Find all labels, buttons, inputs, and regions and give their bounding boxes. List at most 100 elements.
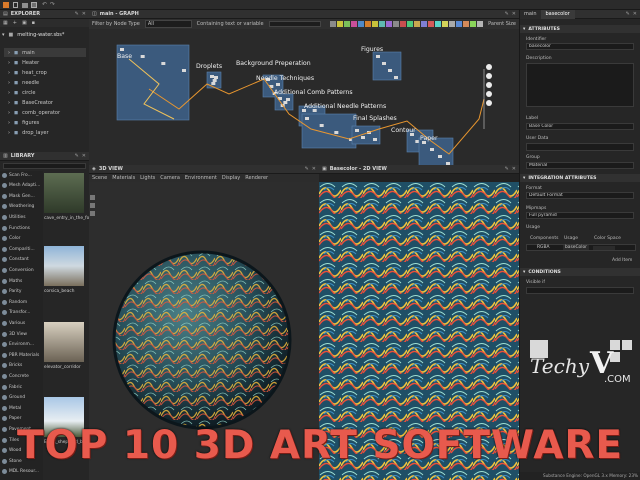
view3d-menu-item[interactable]: Environment — [185, 175, 217, 181]
close-icon[interactable]: ✕ — [82, 153, 86, 159]
open-icon[interactable] — [22, 3, 28, 8]
node-tool-icon[interactable] — [344, 21, 351, 27]
node-tool-icon[interactable] — [477, 21, 484, 27]
graph-node[interactable] — [182, 69, 186, 72]
pin-icon[interactable]: ✎ — [505, 11, 509, 17]
graph-canvas[interactable] — [89, 29, 519, 165]
graph-node[interactable] — [373, 138, 377, 141]
graph-node[interactable] — [319, 124, 324, 127]
conditions-section[interactable]: ▾ CONDITIONS — [520, 268, 640, 276]
library-category[interactable]: Maths — [2, 277, 42, 285]
explorer-item[interactable]: › ◼ heat_crop — [8, 68, 47, 77]
graph-node[interactable] — [388, 69, 392, 72]
new-icon[interactable] — [13, 2, 18, 8]
node-tool-icon[interactable] — [414, 21, 421, 27]
node-tool-icon[interactable] — [393, 21, 400, 27]
chevron-down-icon[interactable]: ▾ — [2, 32, 5, 38]
view3d-menu-item[interactable]: Lights — [140, 175, 155, 181]
userdata-field[interactable] — [526, 143, 634, 151]
node-tool-icon[interactable] — [449, 21, 456, 27]
library-category[interactable]: Fabric — [2, 383, 42, 391]
graph-node[interactable] — [140, 55, 145, 58]
close-icon[interactable]: ✕ — [312, 166, 316, 172]
library-category[interactable]: Compariti... — [2, 245, 42, 253]
library-category[interactable]: Conversion — [2, 266, 42, 274]
close-icon[interactable]: ✕ — [633, 11, 637, 17]
library-category[interactable]: Parity — [2, 288, 42, 296]
chevron-right-icon[interactable]: › — [8, 80, 10, 86]
usage-select[interactable]: baseColor — [563, 245, 589, 250]
node-tool-icon[interactable] — [470, 21, 477, 27]
output-node[interactable] — [486, 82, 492, 88]
graph-node[interactable] — [211, 82, 216, 85]
graph-node[interactable] — [286, 98, 290, 101]
graph-node[interactable] — [376, 55, 380, 58]
node-tool-icon[interactable] — [435, 21, 442, 27]
library-category[interactable]: Mask Gen... — [2, 192, 42, 200]
output-node[interactable] — [486, 64, 492, 70]
node-tool-icon[interactable] — [358, 21, 365, 27]
library-category[interactable]: Concrete — [2, 372, 42, 380]
usage-row[interactable]: RGBA baseColor — [526, 244, 636, 251]
library-category[interactable]: Transfor... — [2, 309, 42, 317]
view3d-menu-item[interactable]: Scene — [92, 175, 107, 181]
graph-node[interactable] — [334, 131, 339, 134]
library-category[interactable]: Weathering — [2, 203, 42, 211]
graph-node[interactable] — [438, 155, 442, 158]
graph-node[interactable] — [305, 117, 309, 120]
filter-select[interactable]: All — [144, 20, 192, 28]
node-tool-icon[interactable] — [386, 21, 393, 27]
chevron-right-icon[interactable]: › — [8, 130, 10, 136]
library-category[interactable]: MDL Resour... — [2, 468, 42, 476]
chevron-right-icon[interactable]: › — [8, 70, 10, 76]
node-tool-icon[interactable] — [400, 21, 407, 27]
library-category[interactable]: Paper — [2, 415, 42, 423]
chevron-right-icon[interactable]: › — [8, 50, 10, 56]
view3d-menu-item[interactable]: Renderer — [245, 175, 268, 181]
format-select[interactable]: Default Format — [526, 192, 634, 199]
explorer-item[interactable]: › ◼ needle — [8, 78, 39, 87]
library-category[interactable]: Constant — [2, 256, 42, 264]
description-field[interactable] — [526, 63, 634, 107]
redo-icon[interactable]: ↷ — [50, 1, 55, 8]
identifier-field[interactable]: basecolor — [526, 43, 634, 50]
library-category[interactable]: Functions — [2, 224, 42, 232]
node-tool-icon[interactable] — [365, 21, 372, 27]
label-field[interactable]: Base Color — [526, 123, 634, 130]
graph-node[interactable] — [276, 83, 280, 86]
graph-frame[interactable] — [301, 113, 357, 149]
node-tool-icon[interactable] — [337, 21, 344, 27]
graph-node[interactable] — [382, 62, 386, 65]
integration-section[interactable]: ▾ INTEGRATION ATTRIBUTES — [520, 174, 640, 182]
graph-node[interactable] — [430, 148, 434, 151]
output-node[interactable] — [486, 100, 492, 106]
library-category[interactable]: Scan Fro... — [2, 171, 42, 179]
environment-thumbnail[interactable] — [44, 322, 84, 362]
explorer-item[interactable]: › ◼ main — [4, 48, 86, 57]
visible-field[interactable] — [526, 287, 634, 294]
graph-node[interactable] — [161, 62, 166, 65]
environment-thumbnail[interactable] — [44, 173, 84, 213]
explorer-item[interactable]: › ◼ BaseCreator — [8, 98, 53, 107]
components-select[interactable]: RGBA — [537, 245, 549, 250]
library-category[interactable]: Color — [2, 235, 42, 243]
mipmaps-select[interactable]: Full pyramid — [526, 212, 634, 219]
node-tool-icon[interactable] — [442, 21, 449, 27]
explorer-item[interactable]: › ◼ circle — [8, 88, 35, 97]
close-icon[interactable]: ✕ — [512, 11, 516, 17]
pin-icon[interactable]: ✎ — [75, 11, 79, 17]
node-tool-icon[interactable] — [351, 21, 358, 27]
explorer-item[interactable]: › ◼ figures — [8, 118, 39, 127]
node-tool-icon[interactable] — [456, 21, 463, 27]
close-icon[interactable]: ✕ — [512, 166, 516, 172]
tab-main[interactable]: main — [520, 10, 541, 19]
view3d-menu-item[interactable]: Camera — [160, 175, 180, 181]
chevron-right-icon[interactable]: › — [8, 100, 10, 106]
library-category[interactable]: Random — [2, 298, 42, 306]
output-node[interactable] — [486, 91, 492, 97]
node-tool-icon[interactable] — [463, 21, 470, 27]
pin-icon[interactable]: ✎ — [75, 153, 79, 159]
attributes-section[interactable]: ▾ ATTRIBUTES — [520, 25, 640, 33]
containing-input[interactable] — [268, 21, 322, 27]
node-tool-icon[interactable] — [379, 21, 386, 27]
